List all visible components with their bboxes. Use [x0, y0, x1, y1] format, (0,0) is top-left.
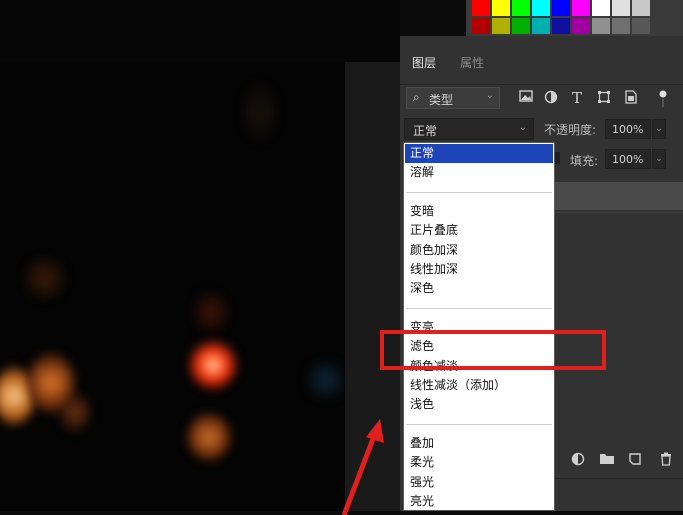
color-swatch[interactable] — [572, 0, 590, 16]
folder-icon[interactable] — [598, 452, 616, 470]
type-icon[interactable]: T — [569, 90, 585, 106]
blend-mode-option[interactable]: 柔光 — [405, 453, 553, 472]
color-swatch[interactable] — [512, 0, 530, 16]
blend-mode-value: 正常 — [413, 124, 438, 138]
blend-mode-option[interactable]: 强光 — [405, 473, 553, 492]
color-swatch[interactable] — [632, 18, 650, 34]
color-swatch[interactable] — [492, 18, 510, 34]
adjustment-icon[interactable] — [543, 90, 559, 106]
blend-mode-option[interactable]: 正片叠底 — [405, 221, 553, 240]
tab-divider — [400, 84, 683, 85]
search-icon: ⌕ — [413, 90, 420, 104]
annotation-arrow-icon — [341, 419, 384, 515]
blend-mode-option[interactable]: 变暗 — [405, 202, 553, 221]
toggle-icon[interactable] — [655, 90, 671, 107]
blend-mode-dropdown: 正常 溶解 变暗 正片叠底 颜色加深 线性加深 深色 变亮 滤色 颜色减淡 线性减淡（添加） 浅色 叠加… — [403, 142, 555, 511]
blend-mode-option[interactable]: 线性加深 — [405, 260, 553, 279]
layer-divider — [555, 212, 683, 213]
blend-mode-option[interactable]: 颜色加深 — [405, 241, 553, 260]
adjustment-layer-icon[interactable] — [569, 452, 587, 470]
color-swatch[interactable] — [552, 18, 570, 34]
dropdown-separator — [406, 191, 552, 193]
tab-layers[interactable]: 图层 — [412, 54, 436, 71]
blend-opacity-row: 正常 ⌄ 不透明度: 100% ⌄ — [400, 118, 683, 142]
color-swatch[interactable] — [532, 18, 550, 34]
color-swatch[interactable] — [612, 0, 630, 16]
filter-kind-select[interactable]: ⌕ 类型 ⌄ — [406, 87, 500, 109]
color-swatch[interactable] — [472, 0, 490, 16]
opacity-input[interactable]: 100% — [605, 119, 651, 139]
swatches-panel — [466, 0, 683, 36]
opacity-label: 不透明度: — [544, 123, 597, 137]
blend-mode-select[interactable]: 正常 ⌄ — [404, 118, 534, 140]
blend-mode-option[interactable]: 深色 — [405, 279, 553, 298]
filter-kind-label: 类型 — [429, 93, 454, 107]
color-swatch[interactable] — [592, 0, 610, 16]
panel-tabs: 图层 属性 — [400, 46, 683, 85]
layers-bottom-toolbar — [555, 446, 683, 476]
color-swatch[interactable] — [532, 0, 550, 16]
image-icon[interactable] — [518, 90, 534, 106]
opacity-chevron-icon[interactable]: ⌄ — [652, 119, 666, 139]
blend-mode-option[interactable]: 亮光 — [405, 492, 553, 511]
chevron-down-icon: ⌄ — [485, 90, 494, 101]
layer-row[interactable] — [555, 182, 683, 210]
color-swatch[interactable] — [572, 18, 590, 34]
trash-icon[interactable] — [657, 452, 675, 470]
color-swatch[interactable] — [472, 18, 490, 34]
photo-bokeh-image — [0, 62, 345, 511]
fill-chevron-icon[interactable]: ⌄ — [652, 149, 666, 169]
chevron-down-icon: ⌄ — [518, 122, 527, 133]
blend-mode-option[interactable]: 线性减淡（添加） — [405, 376, 553, 395]
blend-mode-option[interactable]: 正常 — [405, 144, 553, 163]
color-swatch[interactable] — [552, 0, 570, 16]
annotation-highlight-box — [380, 330, 606, 370]
panel-bottom-divider — [555, 478, 683, 479]
fill-label: 填充: — [570, 154, 599, 168]
tab-properties[interactable]: 属性 — [460, 54, 484, 71]
dropdown-separator — [406, 423, 552, 425]
smart-object-icon[interactable] — [623, 90, 639, 106]
blend-mode-option[interactable]: 溶解 — [405, 163, 553, 182]
color-swatch[interactable] — [632, 0, 650, 16]
new-layer-icon[interactable] — [626, 452, 644, 470]
fill-input[interactable]: 100% — [605, 149, 651, 169]
layer-filter-row: ⌕ 类型 ⌄ T — [406, 87, 683, 111]
color-swatch[interactable] — [492, 0, 510, 16]
dropdown-separator — [406, 307, 552, 309]
blend-mode-option[interactable]: 浅色 — [405, 395, 553, 414]
shape-icon[interactable] — [596, 90, 612, 106]
color-swatch[interactable] — [612, 18, 630, 34]
color-swatch[interactable] — [592, 18, 610, 34]
color-swatch[interactable] — [512, 18, 530, 34]
blend-mode-option[interactable]: 叠加 — [405, 434, 553, 453]
